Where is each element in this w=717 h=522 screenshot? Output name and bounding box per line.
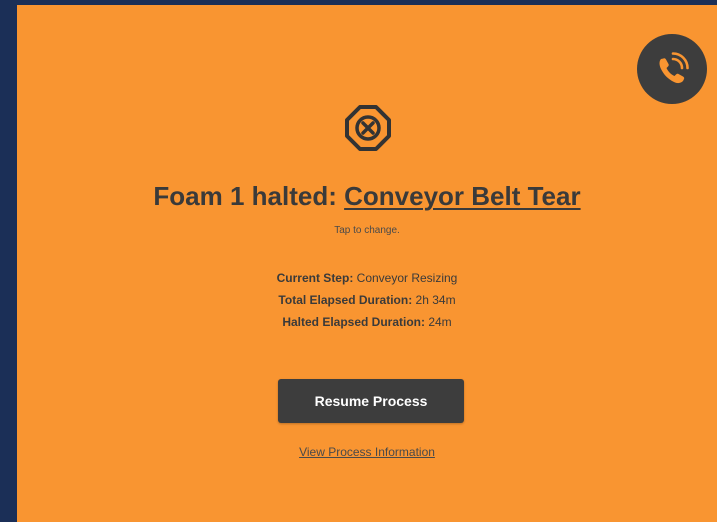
halt-screen-panel: Foam 1 halted: Conveyor Belt Tear Tap to…: [17, 5, 717, 522]
view-process-info-link[interactable]: View Process Information: [17, 445, 717, 459]
phone-ringing-icon: [659, 52, 689, 84]
process-details: Current Step: Conveyor Resizing Total El…: [17, 267, 717, 333]
halted-elapsed-label: Halted Elapsed Duration:: [282, 315, 425, 329]
total-elapsed-label: Total Elapsed Duration:: [278, 293, 413, 307]
halted-elapsed-value: 24m: [425, 315, 452, 329]
total-elapsed-value: 2h 34m: [412, 293, 456, 307]
halted-elapsed-row: Halted Elapsed Duration: 24m: [17, 311, 717, 333]
total-elapsed-row: Total Elapsed Duration: 2h 34m: [17, 289, 717, 311]
halt-reason-link[interactable]: Conveyor Belt Tear: [344, 181, 580, 211]
current-step-label: Current Step:: [276, 271, 354, 285]
call-button[interactable]: [637, 34, 707, 104]
current-step-value: Conveyor Resizing: [353, 271, 458, 285]
title-prefix: Foam 1 halted:: [153, 181, 345, 211]
page-title: Foam 1 halted: Conveyor Belt Tear: [17, 181, 717, 212]
resume-process-button[interactable]: Resume Process: [278, 379, 464, 423]
change-hint: Tap to change.: [334, 225, 400, 236]
octagon-x-icon: [345, 105, 391, 151]
current-step-row: Current Step: Conveyor Resizing: [17, 267, 717, 289]
